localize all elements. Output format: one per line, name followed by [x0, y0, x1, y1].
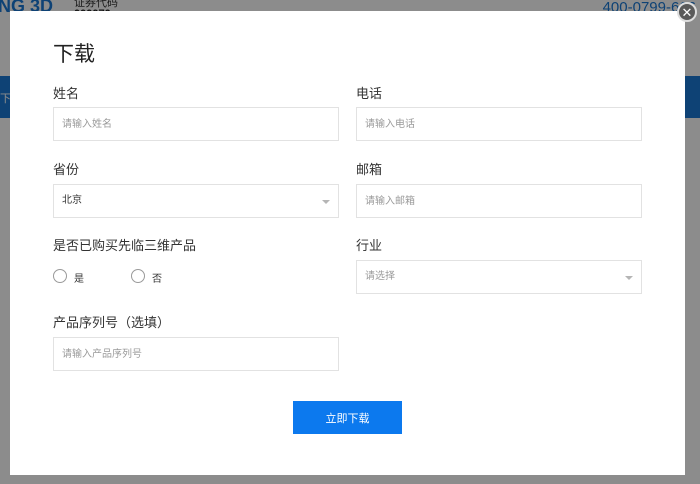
- province-selected-value: 北京: [62, 195, 82, 206]
- industry-select[interactable]: 请选择: [356, 260, 642, 294]
- email-label: 邮箱: [356, 162, 383, 177]
- serial-input[interactable]: [53, 337, 339, 371]
- phone-label: 电话: [356, 86, 383, 101]
- chevron-down-icon: [322, 200, 330, 204]
- industry-placeholder: 请选择: [365, 271, 395, 282]
- province-label: 省份: [53, 162, 80, 177]
- province-select[interactable]: 北京: [53, 184, 339, 218]
- download-now-button[interactable]: 立即下载: [293, 401, 402, 434]
- email-input[interactable]: [356, 184, 642, 218]
- chevron-down-icon: [625, 276, 633, 280]
- purchased-label: 是否已购买先临三维产品: [53, 238, 197, 253]
- name-label: 姓名: [53, 86, 80, 101]
- radio-no[interactable]: [131, 269, 145, 283]
- close-icon[interactable]: ✕: [677, 2, 697, 22]
- download-modal: 下载 姓名 电话 省份 北京 邮箱 是否已购买先临三维产品 是 否 行业 请选择…: [10, 11, 685, 475]
- radio-yes[interactable]: [53, 269, 67, 283]
- radio-no-label: 否: [152, 274, 162, 285]
- phone-input[interactable]: [356, 107, 642, 141]
- modal-title: 下载: [53, 43, 95, 66]
- serial-label: 产品序列号（选填）: [53, 315, 171, 330]
- radio-yes-label: 是: [74, 274, 84, 285]
- industry-label: 行业: [356, 238, 383, 253]
- name-input[interactable]: [53, 107, 339, 141]
